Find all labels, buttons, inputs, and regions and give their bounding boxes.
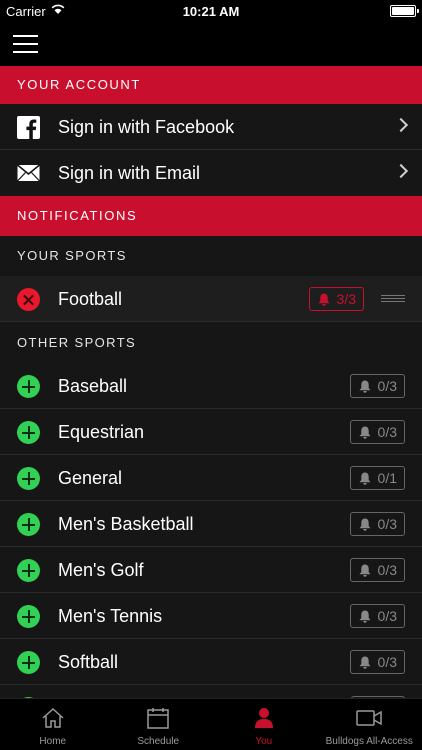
section-header-account: YOUR ACCOUNT (0, 66, 422, 104)
video-camera-icon (356, 710, 382, 726)
sport-label: Men's Tennis (58, 606, 163, 626)
sport-label: Men's Basketball (58, 514, 194, 534)
tab-label: Schedule (137, 736, 180, 747)
sport-row-softball[interactable]: Softball 0/3 (0, 639, 422, 685)
badge-count: 0/3 (377, 608, 397, 624)
tab-schedule[interactable]: Schedule (106, 699, 212, 750)
badge-count: 0/3 (377, 562, 397, 578)
status-time: 10:21 AM (182, 4, 240, 19)
notification-count-badge[interactable]: 0/3 (349, 420, 405, 444)
sport-row-mens-basketball[interactable]: Men's Basketball 0/3 (0, 501, 422, 547)
add-circle-icon[interactable] (17, 513, 40, 536)
badge-count: 0/3 (377, 424, 397, 440)
mail-icon (17, 164, 40, 187)
sport-label: Baseball (58, 376, 128, 396)
sport-row-mens-tennis[interactable]: Men's Tennis 0/3 (0, 593, 422, 639)
chevron-right-icon (393, 163, 409, 179)
notification-count-badge[interactable]: 0/3 (349, 558, 405, 582)
bell-icon (359, 564, 371, 577)
notification-count-badge[interactable]: 0/3 (349, 374, 405, 398)
notification-count-badge[interactable]: 0/3 (349, 604, 405, 628)
tab-bar: Home Schedule You Bulldogs All-Access (0, 698, 422, 750)
battery-icon (390, 5, 419, 17)
badge-count: 0/3 (377, 516, 397, 532)
sport-label: Football (58, 289, 123, 309)
sport-row-football[interactable]: Football 3/3 (0, 276, 422, 322)
drag-handle-icon[interactable] (381, 295, 405, 303)
tab-you[interactable]: You (211, 699, 317, 750)
bell-icon (318, 293, 330, 306)
sport-row-baseball[interactable]: Baseball 0/3 (0, 363, 422, 409)
add-circle-icon[interactable] (17, 467, 40, 490)
section-header-notifications: NOTIFICATIONS (0, 196, 422, 236)
menu-icon[interactable] (13, 35, 38, 53)
bell-icon (359, 472, 371, 485)
chevron-right-icon (393, 117, 409, 133)
facebook-icon (17, 116, 40, 139)
email-signin-row[interactable]: Sign in with Email (0, 150, 422, 196)
calendar-icon (147, 708, 169, 729)
notification-count-badge[interactable]: 0/3 (349, 650, 405, 674)
sport-row-general[interactable]: General 0/1 (0, 455, 422, 501)
tab-bulldogs-all-access[interactable]: Bulldogs All-Access (317, 699, 422, 750)
sport-label: General (58, 468, 123, 488)
facebook-signin-label: Sign in with Facebook (58, 117, 235, 137)
tab-label: Home (39, 736, 67, 747)
status-bar: Carrier 10:21 AM (0, 0, 422, 22)
sport-row-partial[interactable] (0, 685, 422, 698)
badge-count: 0/3 (377, 654, 397, 670)
settings-list[interactable]: YOUR ACCOUNT Sign in with Facebook Sign … (0, 66, 422, 698)
add-circle-icon[interactable] (17, 559, 40, 582)
sport-label: Men's Golf (58, 560, 144, 580)
notification-count-badge[interactable]: 0/1 (349, 466, 405, 490)
bell-icon (359, 610, 371, 623)
tab-label: You (255, 736, 273, 747)
bell-icon (359, 518, 371, 531)
notification-count-badge[interactable]: 0/3 (349, 512, 405, 536)
email-signin-label: Sign in with Email (58, 163, 201, 183)
add-circle-icon[interactable] (17, 605, 40, 628)
subheader-your-sports: YOUR SPORTS (0, 236, 422, 276)
badge-count: 0/1 (377, 470, 397, 486)
badge-count: 3/3 (336, 291, 356, 307)
sport-label: Equestrian (58, 422, 145, 442)
subheader-other-sports: OTHER SPORTS (0, 322, 422, 363)
remove-circle-icon[interactable] (17, 288, 40, 311)
home-icon (42, 707, 64, 728)
add-circle-icon[interactable] (17, 421, 40, 444)
sport-row-mens-golf[interactable]: Men's Golf 0/3 (0, 547, 422, 593)
bell-icon (359, 426, 371, 439)
person-icon (254, 708, 273, 728)
add-circle-icon[interactable] (17, 651, 40, 674)
facebook-signin-row[interactable]: Sign in with Facebook (0, 104, 422, 150)
notification-count-badge[interactable]: 3/3 (308, 287, 364, 311)
tab-label: Bulldogs All-Access (325, 736, 413, 747)
bell-icon (359, 656, 371, 669)
bell-icon (359, 380, 371, 393)
tab-home[interactable]: Home (0, 699, 106, 750)
add-circle-icon[interactable] (17, 375, 40, 398)
badge-count: 0/3 (377, 378, 397, 394)
sport-row-equestrian[interactable]: Equestrian 0/3 (0, 409, 422, 455)
nav-bar (0, 22, 422, 66)
sport-label: Softball (58, 652, 119, 672)
